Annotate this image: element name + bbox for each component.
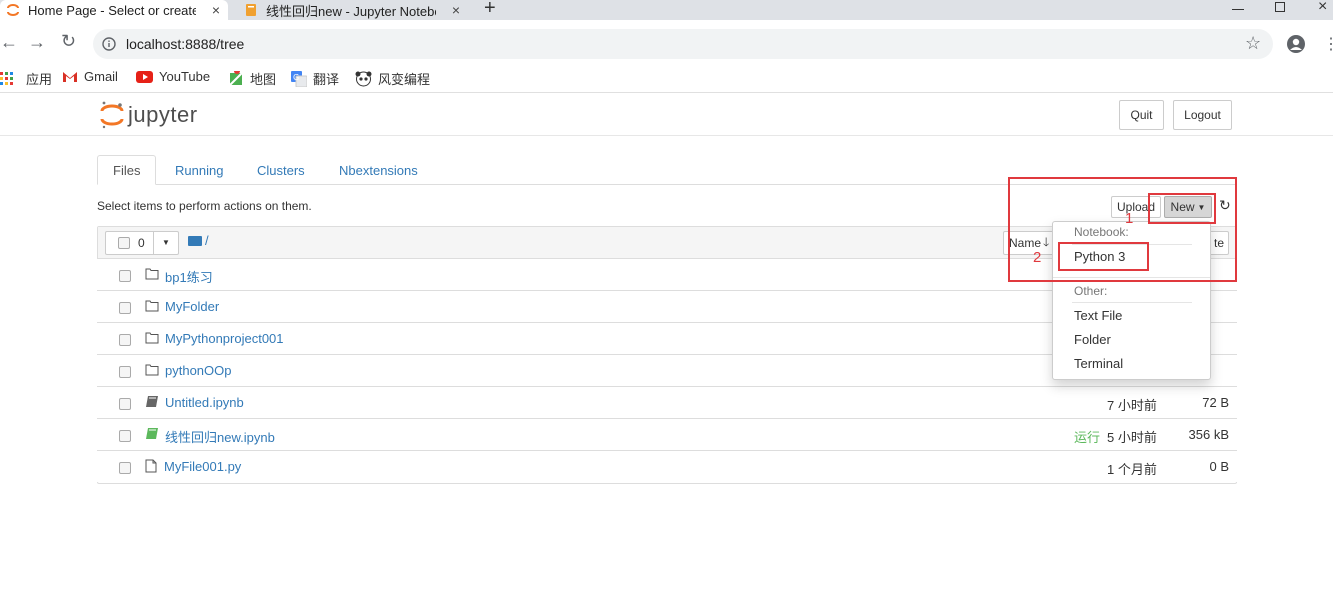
bookmark-fengbian[interactable]: 风变编程 (355, 69, 430, 88)
row-checkbox[interactable] (119, 430, 131, 442)
restore-icon[interactable] (1275, 2, 1285, 12)
select-all-button[interactable]: 0 ▼ (105, 231, 179, 255)
running-status: 运行 (1074, 430, 1101, 445)
modified-time: 7 小时前 (1107, 398, 1157, 413)
list-item[interactable]: 线性回归new.ipynb 运行 5 小时前 356 kB (97, 418, 1237, 450)
folder-home-icon[interactable] (188, 236, 202, 246)
annotation-python-box (1058, 242, 1149, 271)
profile-avatar-icon[interactable] (1286, 34, 1306, 54)
row-checkbox[interactable] (119, 462, 131, 474)
address-field[interactable]: localhost:8888/tree ☆ (93, 29, 1273, 59)
close-tab-icon[interactable]: × (212, 2, 220, 18)
info-icon (102, 37, 116, 51)
quit-button[interactable]: Quit (1119, 100, 1164, 130)
bookmark-youtube[interactable]: YouTube (136, 69, 210, 84)
url-text: localhost:8888/tree (126, 36, 245, 52)
gmail-icon (63, 71, 77, 82)
bookmark-star-icon[interactable]: ☆ (1245, 33, 1261, 54)
list-item[interactable]: MyFile001.py 1 个月前 0 B (97, 450, 1237, 482)
notebook-icon (146, 396, 158, 407)
jupyter-favicon-icon (7, 4, 19, 16)
bookmark-label: 风变编程 (378, 72, 431, 87)
bookmark-label: Gmail (84, 69, 118, 84)
jupyter-logo-icon (100, 101, 124, 129)
browser-menu-icon[interactable]: ⋮ (1323, 34, 1333, 54)
menu-divider (1072, 302, 1192, 303)
browser-tab-notebook[interactable]: 线性回归new - Jupyter Notebo × (234, 0, 468, 20)
tab-clusters[interactable]: Clusters (257, 163, 305, 178)
breadcrumb-path[interactable]: / (205, 233, 209, 248)
folder-icon (145, 300, 159, 312)
instructions-text: Select items to perform actions on them. (97, 199, 312, 213)
back-arrow-icon[interactable]: ← (0, 32, 18, 53)
file-name[interactable]: bp1练习 (165, 267, 213, 286)
notebook-favicon-icon (246, 4, 256, 16)
modified-time: 5 小时前 (1107, 430, 1157, 445)
apps-grid-icon (0, 71, 13, 85)
file-size: 0 B (1209, 459, 1229, 474)
folder-menu-item[interactable]: Folder (1074, 332, 1111, 347)
forward-arrow-icon[interactable]: → (28, 32, 46, 53)
bookmark-label: 地图 (250, 72, 277, 87)
file-size: 72 B (1202, 395, 1229, 410)
tab-running[interactable]: Running (175, 163, 223, 178)
selected-count: 0 (138, 236, 145, 250)
text-file-menu-item[interactable]: Text File (1074, 308, 1122, 323)
file-size: 356 kB (1188, 427, 1229, 442)
jupyter-logo-text: jupyter (128, 102, 198, 127)
bookmark-apps[interactable]: 应用 (0, 69, 52, 88)
reload-icon[interactable]: ↻ (61, 31, 76, 52)
bookmark-label: YouTube (159, 69, 211, 84)
tab-title: 线性回归new - Jupyter Notebo (266, 3, 436, 19)
jupyter-logo[interactable]: jupyter (100, 100, 198, 130)
file-name[interactable]: MyFolder (165, 299, 219, 314)
bookmark-label: 翻译 (313, 72, 340, 87)
other-section-header: Other: (1074, 284, 1108, 298)
row-checkbox[interactable] (119, 302, 131, 314)
bookmark-label: 应用 (26, 72, 53, 87)
close-tab-icon[interactable]: × (452, 2, 460, 18)
list-item[interactable]: Untitled.ipynb 7 小时前 72 B (97, 386, 1237, 418)
tab-title: Home Page - Select or create a (28, 2, 196, 18)
annotation-new-box (1148, 193, 1216, 224)
file-name[interactable]: MyFile001.py (164, 459, 241, 474)
notebook-running-icon (146, 428, 158, 439)
caret-down-icon[interactable]: ▼ (162, 238, 170, 247)
bookmark-gmail[interactable]: Gmail (62, 69, 118, 84)
panda-icon (355, 71, 372, 86)
file-name[interactable]: 线性回归new.ipynb (165, 427, 275, 446)
terminal-menu-item[interactable]: Terminal (1074, 356, 1123, 371)
folder-icon (145, 364, 159, 376)
browser-tab-bar: Home Page - Select or create a × 线性回归new… (0, 0, 1333, 20)
translate-icon: G (291, 70, 307, 87)
close-window-icon[interactable]: × (1318, 0, 1327, 16)
modified-time: 1 个月前 (1107, 462, 1157, 477)
maps-icon (229, 70, 243, 86)
select-all-checkbox[interactable] (118, 237, 130, 249)
folder-icon (145, 332, 159, 344)
new-tab-button[interactable]: + (484, 0, 496, 20)
row-checkbox[interactable] (119, 366, 131, 378)
bookmark-translate[interactable]: G 翻译 (291, 69, 339, 88)
divider (153, 232, 154, 254)
file-name[interactable]: pythonOOp (165, 363, 232, 378)
bookmark-maps[interactable]: 地图 (228, 69, 276, 88)
browser-tab-home[interactable]: Home Page - Select or create a × (0, 0, 228, 20)
annotation-label-1: 1 (1125, 210, 1134, 227)
row-checkbox[interactable] (119, 270, 131, 282)
file-icon (145, 459, 157, 473)
youtube-icon (136, 70, 153, 83)
tab-nbextensions[interactable]: Nbextensions (339, 163, 418, 178)
row-checkbox[interactable] (119, 398, 131, 410)
folder-icon (145, 268, 159, 280)
logout-button[interactable]: Logout (1173, 100, 1232, 130)
file-name[interactable]: MyPythonproject001 (165, 331, 284, 346)
svg-text:G: G (293, 73, 299, 82)
annotation-label-2: 2 (1033, 249, 1042, 266)
file-name[interactable]: Untitled.ipynb (165, 395, 244, 410)
tab-files-label: Files (113, 163, 141, 178)
row-checkbox[interactable] (119, 334, 131, 346)
minimize-icon[interactable] (1232, 0, 1244, 10)
